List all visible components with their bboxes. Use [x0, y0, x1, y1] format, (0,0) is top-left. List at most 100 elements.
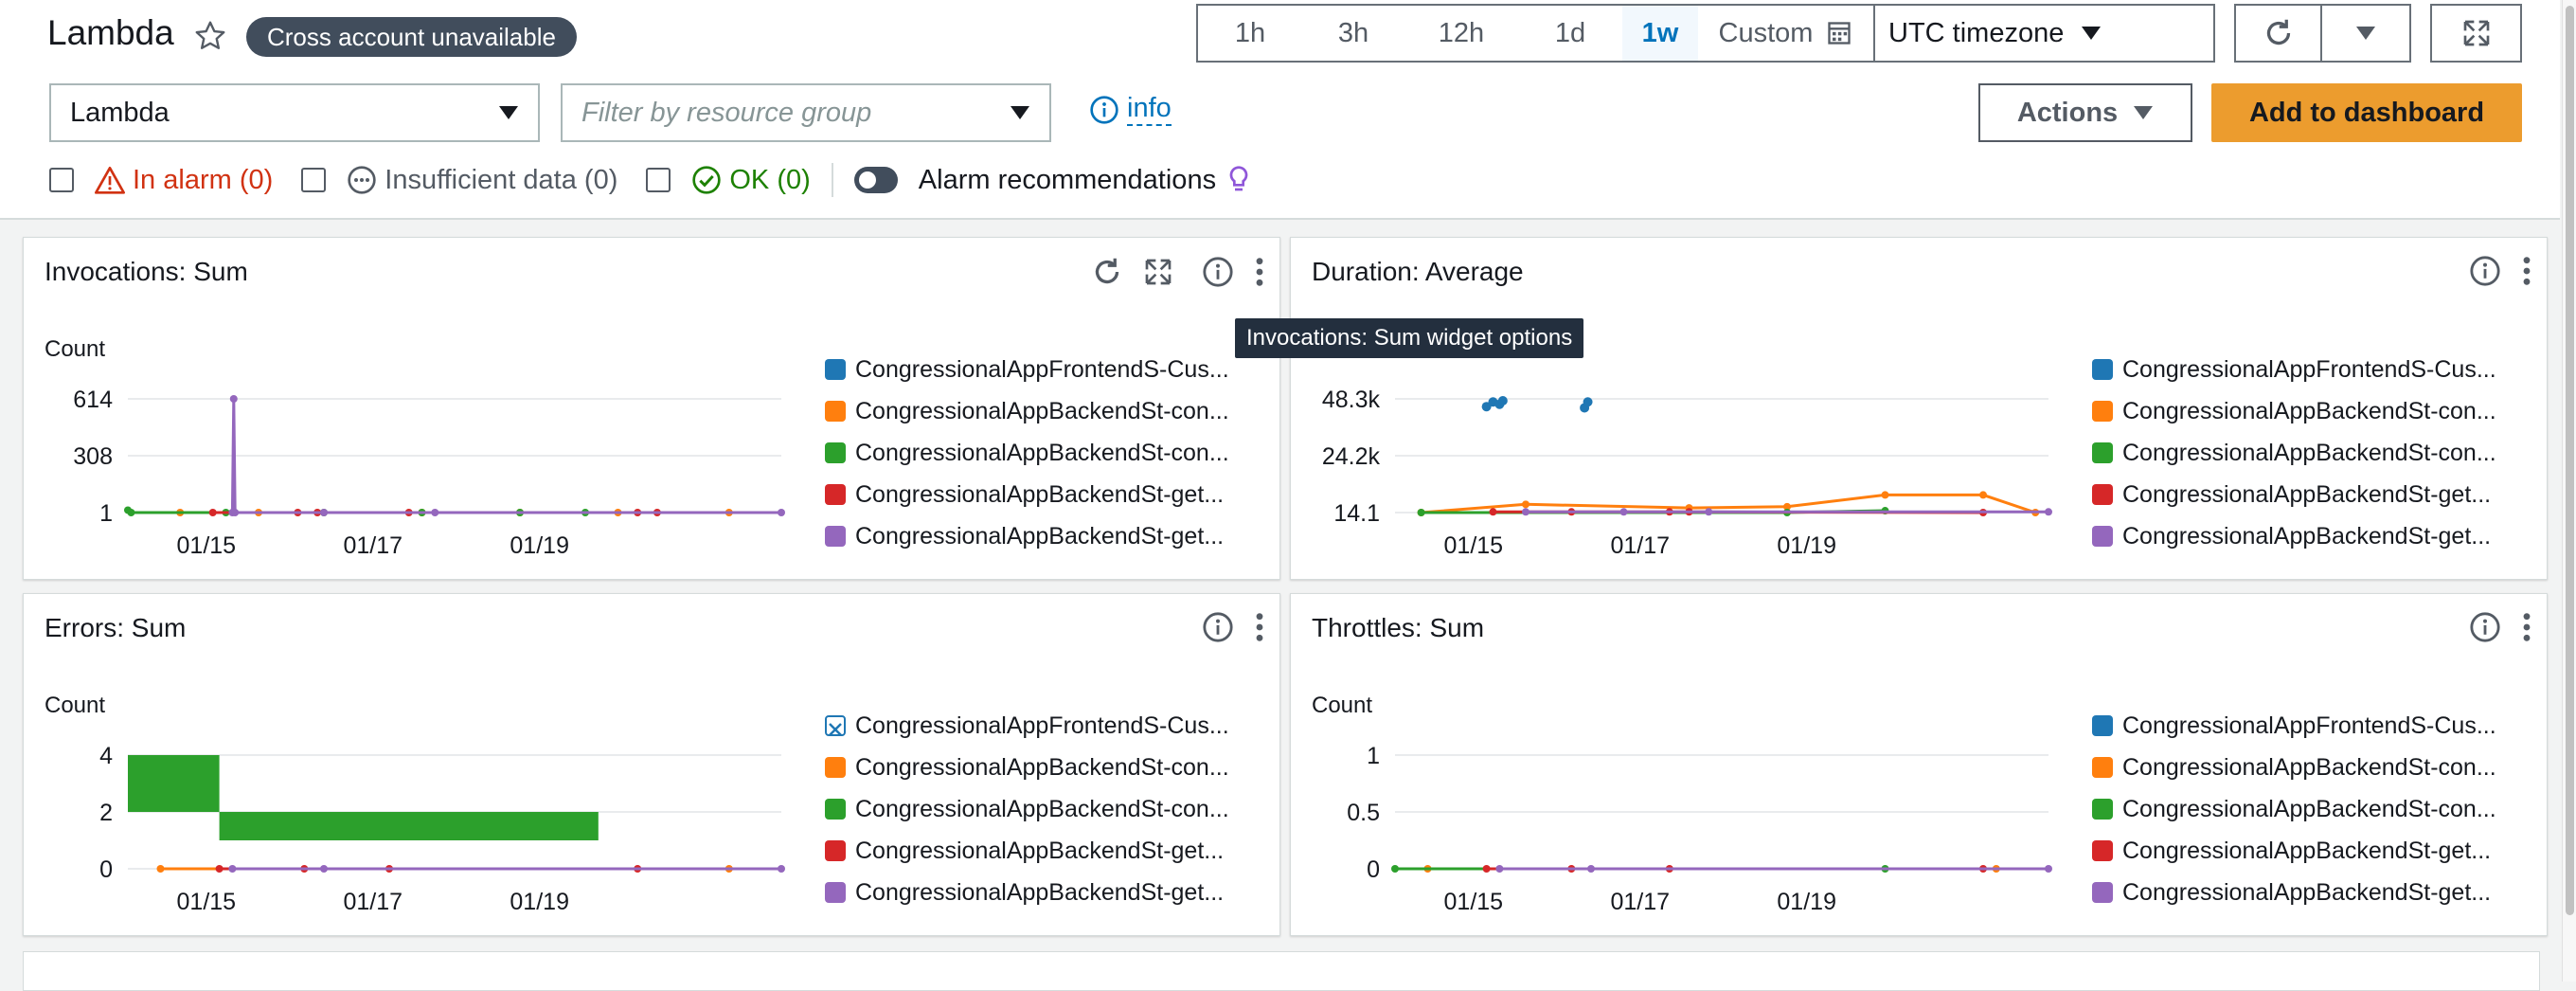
legend-item[interactable]: CongressionalAppBackendSt-get... — [825, 481, 1229, 508]
duration-widget: Duration: Average Milliseconds48.3k24.2k… — [1290, 237, 2548, 580]
data-point — [1587, 865, 1595, 873]
y-tick-label: 0 — [1367, 856, 1380, 883]
y-tick-label: 1 — [99, 500, 113, 527]
insufficient-checkbox[interactable] — [301, 168, 327, 192]
x-tick-label: 01/17 — [343, 532, 402, 559]
info-icon[interactable] — [2469, 255, 2501, 287]
caret-down-icon — [1011, 106, 1029, 119]
legend-item[interactable]: CongressionalAppFrontendS-Cus... — [2092, 712, 2496, 739]
range-1w[interactable]: 1w — [1622, 6, 1698, 61]
legend-swatch — [825, 526, 846, 547]
legend-item[interactable]: CongressionalAppBackendSt-con... — [825, 796, 1229, 822]
widget-toolbar — [1202, 611, 1266, 643]
x-tick-label: 01/19 — [510, 532, 569, 559]
invocations-widget: Invocations: Sum Count 614 308 1 01/15 01/17 0… — [23, 237, 1280, 580]
legend-item[interactable]: CongressionalAppBackendSt-con... — [2092, 796, 2496, 822]
legend-item[interactable]: CongressionalAppBackendSt-con... — [2092, 440, 2496, 466]
legend-item[interactable]: CongressionalAppBackendSt-get... — [825, 838, 1229, 864]
data-point — [1417, 509, 1425, 516]
in-alarm-filter: In alarm (0) — [95, 165, 273, 196]
service-select[interactable]: Lambda — [49, 83, 540, 142]
refresh-icon[interactable] — [1090, 255, 1124, 289]
legend-item[interactable]: CongressionalAppBackendSt-get... — [2092, 879, 2496, 906]
more-options-icon[interactable] — [2520, 255, 2533, 287]
refresh-button[interactable] — [2234, 4, 2322, 63]
legend-swatch — [825, 359, 846, 380]
data-point — [208, 509, 217, 516]
more-options-icon[interactable] — [2520, 611, 2533, 643]
info-icon[interactable] — [2469, 611, 2501, 643]
legend-label: CongressionalAppBackendSt-get... — [2122, 837, 2492, 864]
legend-item[interactable]: CongressionalAppBackendSt-get... — [2092, 523, 2496, 550]
info-icon[interactable] — [1202, 611, 1234, 643]
y-tick-label: 48.3k — [1322, 387, 1381, 413]
legend-item[interactable]: CongressionalAppBackendSt-get... — [2092, 838, 2496, 864]
legend-item[interactable]: CongressionalAppBackendSt-get... — [2092, 481, 2496, 508]
info-icon[interactable] — [1202, 256, 1234, 288]
next-widget-row — [23, 951, 2540, 991]
y-tick-label: 14.1 — [1333, 500, 1380, 527]
data-point — [778, 509, 785, 516]
expand-icon[interactable] — [1143, 257, 1173, 287]
info-link[interactable]: info — [1089, 93, 1172, 126]
legend-item[interactable]: CongressionalAppBackendSt-con... — [825, 754, 1229, 781]
range-1h[interactable]: 1h — [1198, 6, 1302, 61]
x-tick-label: 01/19 — [510, 889, 569, 915]
alarm-recommendations-toggle[interactable] — [853, 167, 898, 193]
in-alarm-label: In alarm (0) — [133, 164, 274, 195]
ok-filter: OK (0) — [691, 165, 811, 196]
legend-item[interactable]: CongressionalAppFrontendS-Cus... — [825, 356, 1229, 383]
legend-item[interactable]: CongressionalAppBackendSt-con... — [825, 440, 1229, 466]
legend-label: CongressionalAppFrontendS-Cus... — [2122, 712, 2496, 739]
legend-label: CongressionalAppBackendSt-con... — [2122, 439, 2496, 466]
add-to-dashboard-button[interactable]: Add to dashboard — [2211, 83, 2522, 142]
legend-item[interactable]: CongressionalAppBackendSt-get... — [825, 879, 1229, 906]
range-12h[interactable]: 12h — [1404, 6, 1518, 61]
info-icon — [1090, 95, 1118, 124]
legend-item[interactable]: CongressionalAppBackendSt-con... — [2092, 754, 2496, 781]
y-tick-label: 24.2k — [1322, 443, 1381, 470]
data-point — [215, 865, 224, 873]
resource-group-select[interactable]: Filter by resource group — [561, 83, 1051, 142]
service-select-value: Lambda — [70, 97, 170, 128]
actions-label: Actions — [2016, 97, 2119, 128]
x-tick-label: 01/17 — [1610, 532, 1670, 559]
legend-label: CongressionalAppBackendSt-get... — [855, 522, 1225, 550]
legend-item[interactable]: CongressionalAppBackendSt-con... — [2092, 398, 2496, 424]
legend-swatch — [2092, 442, 2113, 463]
legend-item[interactable]: CongressionalAppFrontendS-Cus... — [825, 712, 1229, 739]
page-scrollbar[interactable] — [2562, 0, 2576, 982]
legend-item[interactable]: CongressionalAppFrontendS-Cus... — [2092, 356, 2496, 383]
y-tick-label: 308 — [73, 443, 113, 470]
data-point — [1619, 508, 1628, 516]
range-3h[interactable]: 3h — [1302, 6, 1404, 61]
legend-label: CongressionalAppBackendSt-get... — [2122, 480, 2492, 508]
filter-divider — [831, 163, 833, 197]
more-options-icon[interactable] — [1253, 611, 1266, 643]
data-point — [2045, 865, 2052, 873]
more-options-icon[interactable] — [1253, 256, 1266, 288]
data-point — [1881, 491, 1889, 499]
range-1d[interactable]: 1d — [1518, 6, 1622, 61]
ellipsis-circle-icon — [348, 166, 376, 194]
y-tick-label: 1 — [1367, 743, 1380, 769]
refresh-options-button[interactable] — [2320, 4, 2411, 63]
legend-swatch — [825, 799, 846, 820]
range-custom[interactable]: Custom — [1698, 6, 1873, 61]
scrollbar-thumb[interactable] — [2566, 6, 2574, 915]
widget-toolbar — [1090, 255, 1266, 289]
timezone-select[interactable]: UTC timezone — [1873, 6, 2119, 61]
fullscreen-button[interactable] — [2430, 4, 2522, 63]
cross-account-badge: Cross account unavailable — [246, 17, 577, 57]
in-alarm-checkbox[interactable] — [49, 168, 74, 192]
invocations-chart: Count 614 308 1 01/15 01/17 01/19 — [45, 336, 785, 559]
data-point — [1979, 491, 1987, 499]
legend-item[interactable]: CongressionalAppBackendSt-get... — [825, 523, 1229, 550]
ok-checkbox[interactable] — [646, 168, 671, 192]
lightbulb-icon[interactable] — [1227, 165, 1250, 195]
alarm-filters: In alarm (0) Insufficient data (0) OK (0… — [49, 163, 1250, 197]
actions-button[interactable]: Actions — [1978, 83, 2192, 142]
star-icon[interactable] — [193, 19, 227, 53]
legend-label: CongressionalAppFrontendS-Cus... — [2122, 355, 2496, 383]
legend-item[interactable]: CongressionalAppBackendSt-con... — [825, 398, 1229, 424]
